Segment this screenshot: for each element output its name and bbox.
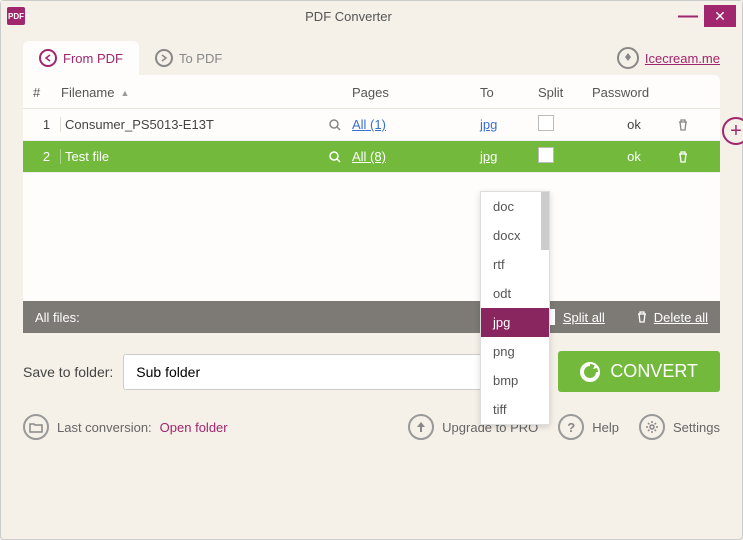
- brand-link[interactable]: Icecream.me: [617, 47, 720, 69]
- help-icon[interactable]: ?: [558, 414, 584, 440]
- row-password: ok: [592, 117, 676, 132]
- convert-icon: [580, 362, 600, 382]
- save-label: Save to folder:: [23, 364, 113, 380]
- tab-label: From PDF: [63, 51, 123, 66]
- table-header: # Filename ▲ Pages To Split Password: [23, 75, 720, 109]
- tab-from-pdf[interactable]: From PDF: [23, 41, 139, 75]
- header-password[interactable]: Password: [592, 85, 676, 100]
- footer-bar: All files: Split all Delete all: [23, 301, 720, 333]
- settings-link[interactable]: Settings: [673, 420, 720, 435]
- header-num[interactable]: #: [33, 85, 61, 100]
- window-title: PDF Converter: [25, 9, 672, 24]
- table-row[interactable]: 2 Test file All (8) jpg ok: [23, 141, 720, 173]
- header-to[interactable]: To: [480, 85, 538, 100]
- tabs-row: From PDF To PDF Icecream.me: [1, 31, 742, 75]
- close-button[interactable]: ✕: [704, 5, 736, 27]
- convert-button[interactable]: CONVERT: [558, 351, 720, 392]
- save-folder-input[interactable]: [123, 354, 500, 390]
- trash-icon[interactable]: [676, 118, 710, 132]
- format-link[interactable]: jpg: [480, 117, 497, 132]
- to-pdf-icon: [155, 49, 173, 67]
- dropdown-option[interactable]: rtf: [481, 250, 549, 279]
- settings-icon[interactable]: [639, 414, 665, 440]
- from-pdf-icon: [39, 49, 57, 67]
- split-all-link[interactable]: Split all: [563, 310, 605, 325]
- add-file-button[interactable]: +: [722, 117, 743, 145]
- format-dropdown: docdocxrtfodtjpgpngbmptiff: [480, 191, 550, 425]
- save-row: Save to folder: CONVERT: [1, 333, 742, 410]
- titlebar: PDF PDF Converter — ✕: [1, 1, 742, 31]
- dropdown-option[interactable]: odt: [481, 279, 549, 308]
- table-row[interactable]: 1 Consumer_PS5013-E13T All (1) jpg ok: [23, 109, 720, 141]
- dropdown-option[interactable]: doc: [481, 192, 549, 221]
- dropdown-option[interactable]: bmp: [481, 366, 549, 395]
- brand-label: Icecream.me: [645, 51, 720, 66]
- dropdown-option[interactable]: jpg: [481, 308, 549, 337]
- split-checkbox[interactable]: [538, 147, 554, 163]
- header-pages[interactable]: Pages: [352, 85, 480, 100]
- row-filename: Test file: [65, 149, 352, 164]
- upgrade-icon[interactable]: [408, 414, 434, 440]
- minimize-button[interactable]: —: [672, 5, 704, 27]
- tab-label: To PDF: [179, 51, 222, 66]
- format-link[interactable]: jpg: [480, 149, 497, 164]
- last-conversion-label: Last conversion:: [57, 420, 152, 435]
- folder-icon[interactable]: [23, 414, 49, 440]
- bottom-row: Last conversion: Open folder Upgrade to …: [1, 410, 742, 456]
- empty-area: [23, 173, 720, 301]
- file-panel: # Filename ▲ Pages To Split Password 1 C…: [23, 75, 720, 333]
- open-folder-link[interactable]: Open folder: [160, 420, 228, 435]
- row-password: ok: [592, 149, 676, 164]
- tab-to-pdf[interactable]: To PDF: [139, 41, 238, 75]
- delete-all-link[interactable]: Delete all: [635, 310, 708, 325]
- scrollbar[interactable]: [541, 192, 549, 250]
- help-link[interactable]: Help: [592, 420, 619, 435]
- brand-icon: [617, 47, 639, 69]
- sort-asc-icon: ▲: [120, 88, 129, 98]
- dropdown-option[interactable]: tiff: [481, 395, 549, 424]
- preview-icon[interactable]: [328, 150, 342, 164]
- dropdown-option[interactable]: docx: [481, 221, 549, 250]
- header-split[interactable]: Split: [538, 85, 592, 100]
- trash-icon: [635, 310, 649, 324]
- header-filename[interactable]: Filename ▲: [61, 85, 352, 100]
- row-filename: Consumer_PS5013-E13T: [65, 117, 352, 132]
- row-num: 2: [33, 149, 61, 164]
- row-num: 1: [33, 117, 61, 132]
- all-files-label: All files:: [35, 310, 80, 325]
- pages-link[interactable]: All (1): [352, 117, 386, 132]
- window-buttons: — ✕: [672, 5, 736, 27]
- preview-icon[interactable]: [328, 118, 342, 132]
- split-checkbox[interactable]: [538, 115, 554, 131]
- pages-link[interactable]: All (8): [352, 149, 386, 164]
- trash-icon[interactable]: [676, 150, 710, 164]
- app-icon: PDF: [7, 7, 25, 25]
- dropdown-option[interactable]: png: [481, 337, 549, 366]
